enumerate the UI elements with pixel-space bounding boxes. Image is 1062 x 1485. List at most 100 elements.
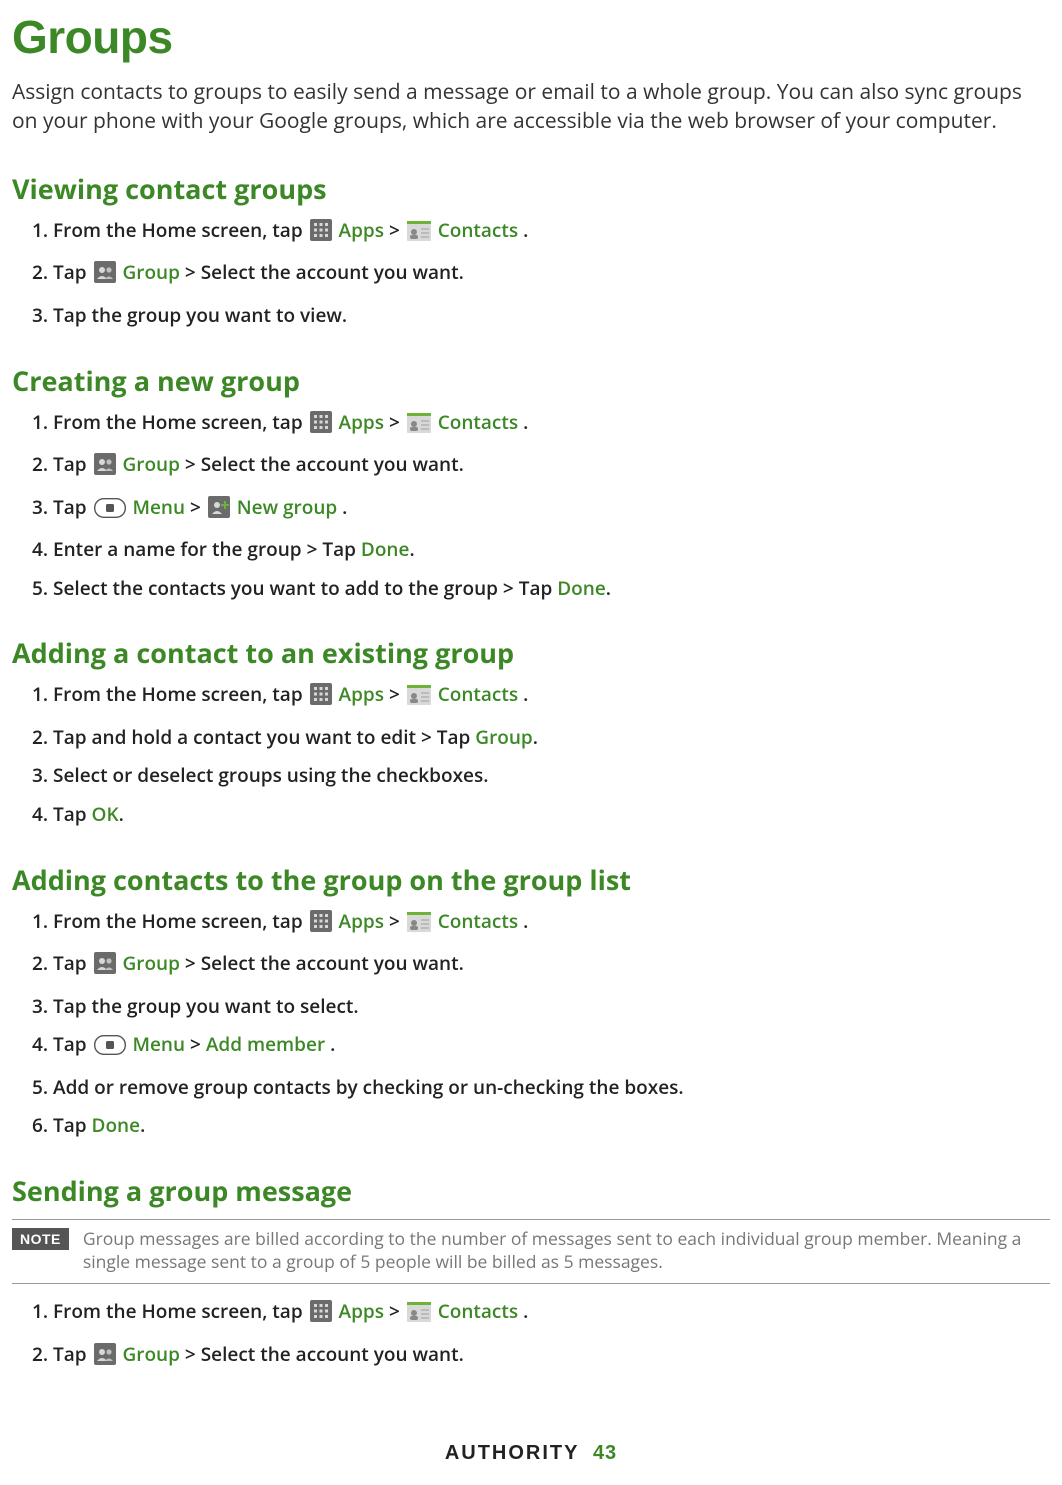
note-text: Group messages are billed according to t… (83, 1228, 1050, 1275)
text: > (389, 681, 405, 707)
list-item: 3. Tap Menu > New group . (32, 494, 1050, 526)
list-item: 2. Tap Group > Select the account you wa… (32, 1341, 1050, 1373)
kw-done: Done (92, 1112, 141, 1138)
list-item: 1. From the Home screen, tap Apps > Cont… (32, 681, 1050, 713)
text: 4. Enter a name for the group > Tap (32, 536, 361, 562)
footer-page: 43 (593, 1442, 617, 1464)
text: . (533, 724, 538, 750)
text: 1. From the Home screen, tap (32, 217, 308, 243)
heading-addcontact: Adding a contact to an existing group (12, 634, 1050, 671)
group-icon (94, 261, 116, 291)
list-item: 3. Tap the group you want to view. (32, 302, 1050, 330)
kw-contacts: Contacts (438, 681, 518, 707)
kw-ok: OK (92, 801, 119, 827)
list-item: 4. Enter a name for the group > Tap Done… (32, 536, 1050, 564)
text: 2. Tap (32, 259, 92, 285)
heading-addcontacts-list: Adding contacts to the group on the grou… (12, 861, 1050, 898)
list-item: 5. Add or remove group contacts by check… (32, 1074, 1050, 1102)
note-block: NOTE Group messages are billed according… (12, 1219, 1050, 1284)
text: . (606, 575, 611, 601)
text: . (330, 1031, 335, 1057)
text: > (190, 494, 206, 520)
apps-icon (310, 910, 332, 940)
kw-apps: Apps (339, 1298, 384, 1324)
apps-icon (310, 1300, 332, 1330)
apps-icon (310, 411, 332, 441)
text: . (523, 217, 528, 243)
heading-sending: Sending a group message (12, 1172, 1050, 1209)
list-item: 1. From the Home screen, tap Apps > Cont… (32, 409, 1050, 441)
text: 1. From the Home screen, tap (32, 908, 308, 934)
section-creating: Creating a new group 1. From the Home sc… (12, 362, 1050, 603)
kw-menu: Menu (132, 1031, 185, 1057)
list-item: 3. Select or deselect groups using the c… (32, 762, 1050, 790)
text: 4. Tap (32, 1031, 92, 1057)
group-icon (94, 1343, 116, 1373)
text: 3. Tap (32, 494, 92, 520)
kw-addmember: Add member (206, 1031, 325, 1057)
footer: AUTHORITY 43 (12, 1442, 1050, 1465)
list-item: 1. From the Home screen, tap Apps > Cont… (32, 217, 1050, 249)
section-addcontacts-list: Adding contacts to the group on the grou… (12, 861, 1050, 1140)
intro-text: Assign contacts to groups to easily send… (12, 78, 1050, 136)
new-group-icon (208, 496, 230, 526)
text: 4. Tap (32, 801, 92, 827)
text: . (409, 536, 414, 562)
text: > Select the account you want. (185, 259, 464, 285)
kw-newgroup: New group (237, 494, 337, 520)
text: > (190, 1031, 206, 1057)
list-item: 4. Tap OK. (32, 801, 1050, 829)
contacts-icon (407, 1302, 431, 1330)
text: > (389, 1298, 405, 1324)
list-item: 4. Tap Menu > Add member . (32, 1031, 1050, 1063)
section-sending: Sending a group message NOTE Group messa… (12, 1172, 1050, 1372)
text: > Select the account you want. (185, 950, 464, 976)
text: . (342, 494, 347, 520)
contacts-icon (407, 685, 431, 713)
heading-creating: Creating a new group (12, 362, 1050, 399)
text: > Select the account you want. (185, 1341, 464, 1367)
kw-group: Group (122, 451, 179, 477)
apps-icon (310, 683, 332, 713)
list-item: 6. Tap Done. (32, 1112, 1050, 1140)
kw-done: Done (557, 575, 606, 601)
list-item: 2. Tap and hold a contact you want to ed… (32, 724, 1050, 752)
text: > (389, 409, 405, 435)
text: > (389, 217, 405, 243)
kw-group: Group (122, 950, 179, 976)
apps-icon (310, 219, 332, 249)
list-item: 3. Tap the group you want to select. (32, 993, 1050, 1021)
kw-apps: Apps (339, 908, 384, 934)
text: 5. Select the contacts you want to add t… (32, 575, 557, 601)
kw-done: Done (361, 536, 410, 562)
heading-viewing: Viewing contact groups (12, 170, 1050, 207)
kw-group: Group (122, 1341, 179, 1367)
note-badge: NOTE (12, 1228, 69, 1250)
text: 2. Tap (32, 451, 92, 477)
page-title: Groups (12, 10, 1050, 64)
text: 2. Tap (32, 1341, 92, 1367)
text: . (140, 1112, 145, 1138)
group-icon (94, 453, 116, 483)
footer-brand: AUTHORITY (445, 1442, 580, 1464)
text: . (523, 1298, 528, 1324)
kw-group: Group (475, 724, 532, 750)
list-item: 1. From the Home screen, tap Apps > Cont… (32, 908, 1050, 940)
list-item: 2. Tap Group > Select the account you wa… (32, 451, 1050, 483)
list-item: 1. From the Home screen, tap Apps > Cont… (32, 1298, 1050, 1330)
contacts-icon (407, 413, 431, 441)
kw-contacts: Contacts (438, 409, 518, 435)
text: 1. From the Home screen, tap (32, 681, 308, 707)
text: 2. Tap and hold a contact you want to ed… (32, 724, 475, 750)
kw-menu: Menu (132, 494, 185, 520)
text: . (523, 409, 528, 435)
text: . (523, 681, 528, 707)
section-addcontact: Adding a contact to an existing group 1.… (12, 634, 1050, 828)
menu-icon (94, 1035, 126, 1063)
list-item: 2. Tap Group > Select the account you wa… (32, 259, 1050, 291)
kw-apps: Apps (339, 681, 384, 707)
section-viewing: Viewing contact groups 1. From the Home … (12, 170, 1050, 330)
list-item: 5. Select the contacts you want to add t… (32, 575, 1050, 603)
text: > (389, 908, 405, 934)
contacts-icon (407, 912, 431, 940)
